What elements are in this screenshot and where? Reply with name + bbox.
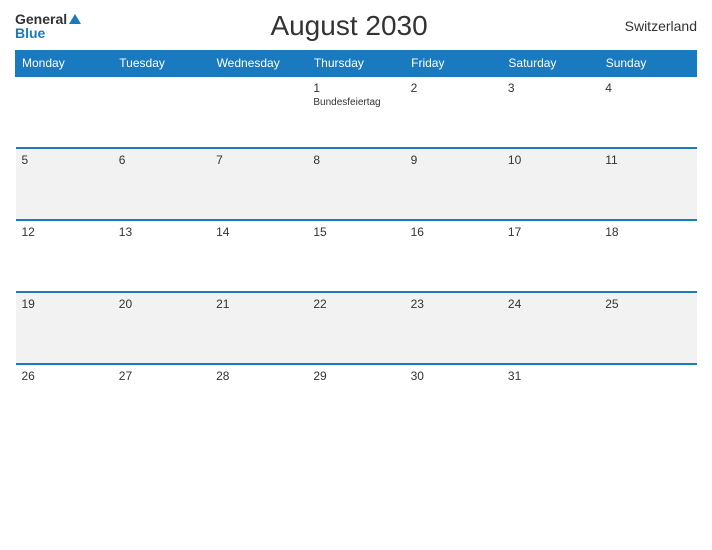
table-row: 15	[307, 220, 404, 292]
table-row: 23	[405, 292, 502, 364]
table-row: 2	[405, 76, 502, 148]
table-row: 11	[599, 148, 696, 220]
calendar-header-row: Monday Tuesday Wednesday Thursday Friday…	[16, 51, 697, 77]
day-number: 18	[605, 225, 690, 239]
col-monday: Monday	[16, 51, 113, 77]
day-number: 6	[119, 153, 204, 167]
col-sunday: Sunday	[599, 51, 696, 77]
table-row: 5	[16, 148, 113, 220]
table-row: 19	[16, 292, 113, 364]
day-number: 5	[22, 153, 107, 167]
day-number: 30	[411, 369, 496, 383]
day-number: 14	[216, 225, 301, 239]
table-row: 4	[599, 76, 696, 148]
table-row: 3	[502, 76, 599, 148]
day-number: 12	[22, 225, 107, 239]
day-number: 13	[119, 225, 204, 239]
day-number: 4	[605, 81, 690, 95]
calendar-title: August 2030	[81, 10, 617, 42]
col-saturday: Saturday	[502, 51, 599, 77]
table-row: 6	[113, 148, 210, 220]
day-number: 22	[313, 297, 398, 311]
table-row: 25	[599, 292, 696, 364]
calendar-body: 1Bundesfeiertag2345678910111213141516171…	[16, 76, 697, 436]
day-number: 16	[411, 225, 496, 239]
day-number: 15	[313, 225, 398, 239]
table-row	[113, 76, 210, 148]
day-number: 9	[411, 153, 496, 167]
day-number: 27	[119, 369, 204, 383]
day-number: 20	[119, 297, 204, 311]
day-number: 31	[508, 369, 593, 383]
day-number: 24	[508, 297, 593, 311]
country-label: Switzerland	[617, 18, 697, 34]
logo: General Blue	[15, 12, 81, 40]
table-row: 22	[307, 292, 404, 364]
table-row: 28	[210, 364, 307, 436]
table-row: 20	[113, 292, 210, 364]
table-row: 17	[502, 220, 599, 292]
logo-triangle-icon	[69, 14, 81, 24]
table-row: 1 Bundesfeiertag	[307, 76, 404, 148]
col-thursday: Thursday	[307, 51, 404, 77]
col-wednesday: Wednesday	[210, 51, 307, 77]
table-row	[599, 364, 696, 436]
table-row	[210, 76, 307, 148]
table-row: 8	[307, 148, 404, 220]
table-row: 29	[307, 364, 404, 436]
table-row: 24	[502, 292, 599, 364]
calendar-header: General Blue August 2030 Switzerland	[15, 10, 697, 42]
day-number: 11	[605, 153, 690, 167]
table-row: 12	[16, 220, 113, 292]
day-number: 28	[216, 369, 301, 383]
col-tuesday: Tuesday	[113, 51, 210, 77]
table-row: 14	[210, 220, 307, 292]
table-row: 30	[405, 364, 502, 436]
day-number: 2	[411, 81, 496, 95]
table-row: 26	[16, 364, 113, 436]
col-friday: Friday	[405, 51, 502, 77]
table-row: 9	[405, 148, 502, 220]
day-number: 26	[22, 369, 107, 383]
table-row: 7	[210, 148, 307, 220]
calendar-table: Monday Tuesday Wednesday Thursday Friday…	[15, 50, 697, 436]
table-row: 10	[502, 148, 599, 220]
table-row	[16, 76, 113, 148]
day-number: 17	[508, 225, 593, 239]
table-row: 27	[113, 364, 210, 436]
table-row: 18	[599, 220, 696, 292]
table-row: 31	[502, 364, 599, 436]
day-number: 21	[216, 297, 301, 311]
logo-blue-text: Blue	[15, 26, 45, 40]
day-number: 7	[216, 153, 301, 167]
day-number: 10	[508, 153, 593, 167]
day-number: 1	[313, 81, 398, 95]
day-number: 8	[313, 153, 398, 167]
day-number: 19	[22, 297, 107, 311]
table-row: 16	[405, 220, 502, 292]
table-row: 21	[210, 292, 307, 364]
logo-general-text: General	[15, 12, 67, 26]
day-number: 23	[411, 297, 496, 311]
day-number: 29	[313, 369, 398, 383]
table-row: 13	[113, 220, 210, 292]
holiday-label: Bundesfeiertag	[313, 97, 398, 108]
day-number: 3	[508, 81, 593, 95]
day-number: 25	[605, 297, 690, 311]
